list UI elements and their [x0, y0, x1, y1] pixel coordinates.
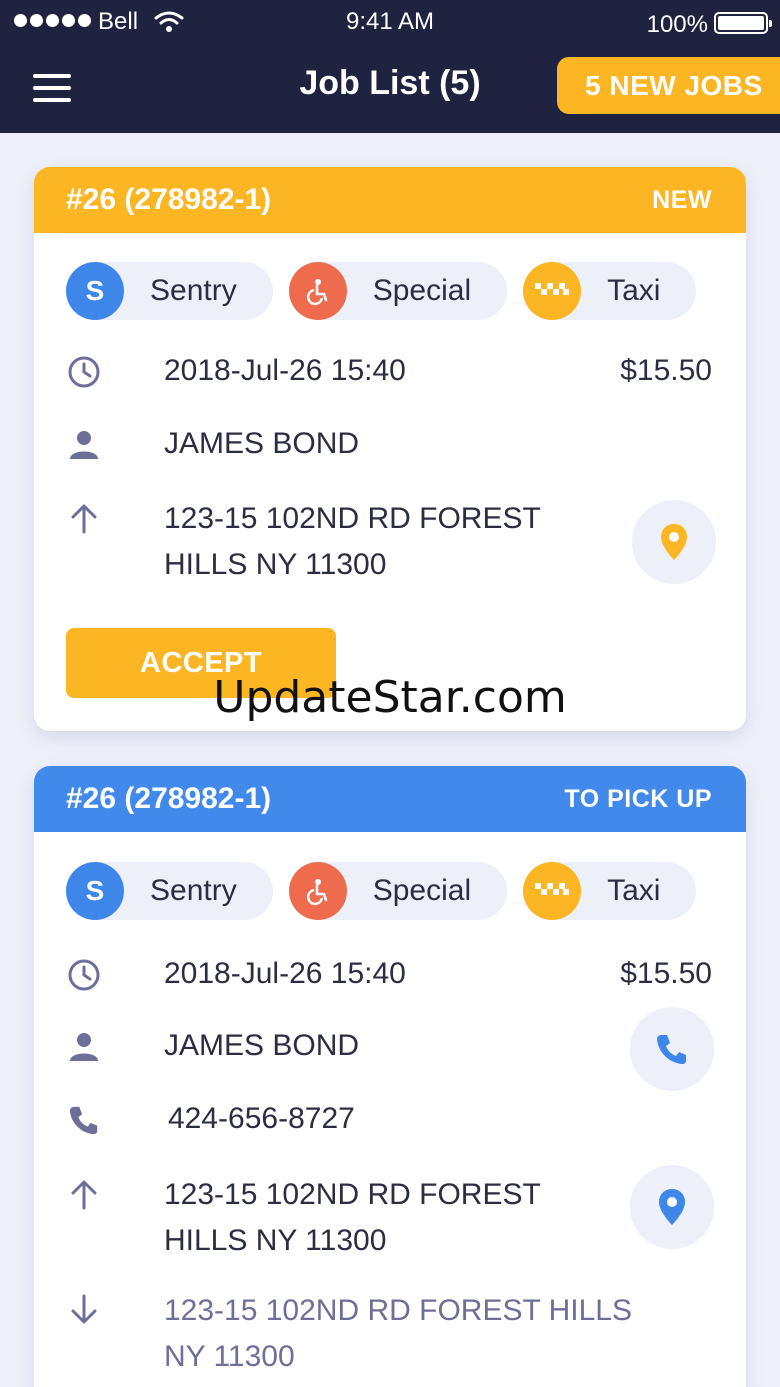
job-price: $15.50 — [620, 957, 712, 990]
pickup-address-line2: HILLS NY 11300 — [164, 1224, 387, 1257]
datetime-row: 2018-Jul-26 15:40 $15.50 — [66, 354, 712, 390]
watermark: UpdateStar.com — [213, 672, 567, 723]
job-tags: S Sentry Special Taxi — [66, 262, 697, 320]
tag-sentry: S Sentry — [66, 262, 273, 320]
taxi-icon — [523, 262, 582, 320]
arrow-up-icon — [66, 1176, 102, 1212]
pickup-address-line1: 123-15 102ND RD FOREST — [164, 1178, 541, 1211]
wheelchair-icon — [288, 862, 347, 920]
map-pin-icon — [659, 1189, 685, 1225]
tag-special: Special — [288, 262, 508, 320]
new-jobs-button[interactable]: 5 NEW JOBS — [557, 57, 780, 114]
map-pin-icon — [661, 524, 687, 560]
job-id: #26 (278982-1) — [66, 782, 272, 815]
pickup-row: 123-15 102ND RD FOREST HILLS NY 11300 — [66, 500, 712, 581]
tag-taxi: Taxi — [523, 862, 697, 920]
sentry-badge: S — [66, 862, 124, 920]
job-status-badge: TO PICK UP — [564, 784, 712, 813]
tag-label: Special — [372, 874, 472, 907]
pickup-address: 123-15 102ND RD FOREST HILLS NY 11300 — [164, 496, 541, 588]
job-id: #26 (278982-1) — [66, 183, 272, 216]
battery-icon — [714, 12, 772, 34]
phone-icon — [657, 1035, 686, 1064]
tag-label: Taxi — [607, 274, 661, 307]
pickup-address-line2: HILLS NY 11300 — [164, 548, 387, 581]
status-bar: Bell 9:41 AM 100% — [0, 8, 780, 38]
sentry-badge: S — [66, 262, 124, 320]
map-pin-button[interactable] — [630, 1165, 714, 1249]
map-pin-button[interactable] — [632, 500, 716, 584]
tag-taxi: Taxi — [523, 262, 697, 320]
wheelchair-icon — [288, 262, 347, 320]
person-icon — [66, 1029, 102, 1065]
job-card[interactable]: #26 (278982-1) NEW S Sentry Special Taxi… — [34, 167, 746, 731]
customer-name: JAMES BOND — [164, 427, 360, 460]
job-card-header: #26 (278982-1) TO PICK UP — [34, 766, 746, 832]
job-price: $15.50 — [620, 354, 712, 387]
dropoff-row: 123-15 102ND RD FOREST HILLS NY 11300 — [66, 1292, 712, 1373]
dropoff-address-line2: NY 11300 — [164, 1340, 295, 1373]
tag-label: Taxi — [607, 874, 661, 907]
taxi-icon — [523, 862, 582, 920]
dropoff-address-line1: 123-15 102ND RD FOREST HILLS — [164, 1294, 632, 1327]
pickup-row: 123-15 102ND RD FOREST HILLS NY 11300 — [66, 1176, 712, 1257]
job-tags: S Sentry Special Taxi — [66, 862, 697, 920]
customer-row: JAMES BOND — [66, 427, 712, 463]
tag-label: Sentry — [150, 874, 237, 907]
top-bar: Bell 9:41 AM 100% Job List (5) 5 NEW JOB… — [0, 0, 780, 133]
tag-label: Special — [372, 274, 472, 307]
person-icon — [66, 427, 102, 463]
job-datetime: 2018-Jul-26 15:40 — [164, 354, 406, 387]
job-card[interactable]: #26 (278982-1) TO PICK UP S Sentry Speci… — [34, 766, 746, 1387]
phone-icon — [66, 1102, 102, 1138]
clock-icon — [66, 957, 102, 993]
job-datetime: 2018-Jul-26 15:40 — [164, 957, 406, 990]
tag-special: Special — [288, 862, 508, 920]
customer-row: JAMES BOND — [66, 1029, 712, 1065]
customer-name: JAMES BOND — [164, 1029, 360, 1062]
customer-phone[interactable]: 424-656-8727 — [168, 1096, 355, 1142]
phone-row: 424-656-8727 — [66, 1102, 712, 1138]
job-status-badge: NEW — [652, 185, 712, 214]
pickup-address-line1: 123-15 102ND RD FOREST — [164, 502, 541, 535]
dropoff-address: 123-15 102ND RD FOREST HILLS NY 11300 — [164, 1288, 632, 1380]
battery-percent: 100% — [646, 11, 708, 38]
arrow-down-icon — [66, 1292, 102, 1328]
pickup-address: 123-15 102ND RD FOREST HILLS NY 11300 — [164, 1172, 541, 1264]
clock-icon — [66, 354, 102, 390]
arrow-up-icon — [66, 500, 102, 536]
call-button[interactable] — [630, 1007, 714, 1091]
tag-label: Sentry — [150, 274, 237, 307]
datetime-row: 2018-Jul-26 15:40 $15.50 — [66, 957, 712, 993]
tag-sentry: S Sentry — [66, 862, 273, 920]
job-card-header: #26 (278982-1) NEW — [34, 167, 746, 233]
